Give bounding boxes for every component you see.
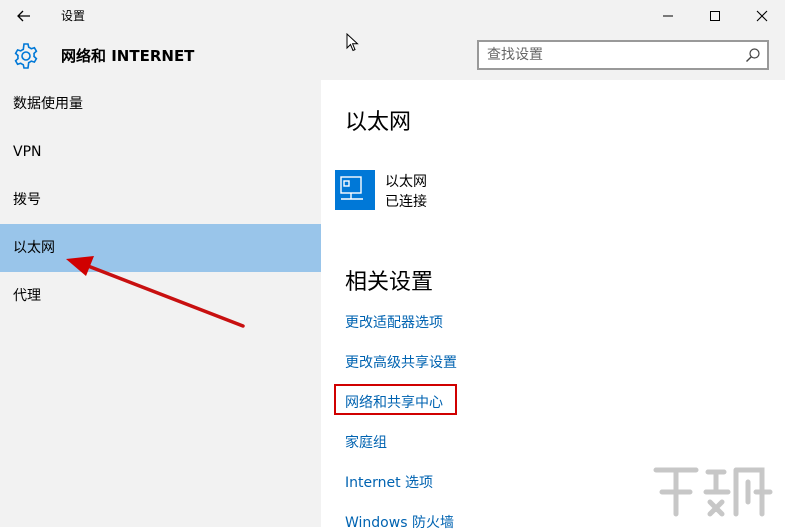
sidebar-item-ethernet[interactable]: 以太网	[0, 224, 321, 272]
back-button[interactable]	[0, 0, 48, 32]
sidebar-item-data-usage[interactable]: 数据使用量	[0, 80, 321, 128]
mouse-cursor-icon	[346, 33, 359, 52]
sidebar-item-dial-up[interactable]: 拨号	[0, 176, 321, 224]
maximize-icon	[710, 11, 720, 21]
ethernet-status: 已连接	[385, 194, 427, 210]
section-title-related-settings: 相关设置	[345, 270, 434, 295]
search-input[interactable]	[479, 42, 737, 68]
sidebar-item-proxy[interactable]: 代理	[0, 272, 321, 320]
ethernet-name: 以太网	[385, 174, 427, 190]
page-title: 网络和 INTERNET	[61, 47, 195, 65]
link-advanced-sharing-settings[interactable]: 更改高级共享设置	[345, 352, 457, 372]
link-windows-firewall[interactable]: Windows 防火墙	[345, 512, 454, 532]
main-content: 以太网 以太网 已连接 相关设置 更改适配器选项 更改高级共享设置 网络和共享中…	[321, 80, 785, 531]
gear-icon	[14, 43, 38, 69]
link-change-adapter-options[interactable]: 更改适配器选项	[345, 312, 443, 332]
window-title: 设置	[61, 9, 86, 23]
ethernet-icon	[340, 176, 363, 200]
watermark-logo	[653, 467, 773, 517]
close-icon	[756, 10, 768, 22]
search-icon[interactable]	[745, 47, 761, 63]
section-title-ethernet: 以太网	[345, 110, 412, 135]
minimize-icon	[663, 15, 673, 17]
annotation-highlight-box	[334, 384, 457, 415]
title-bar: 设置	[0, 0, 785, 32]
page-header: 网络和 INTERNET	[0, 32, 785, 80]
sidebar-item-vpn[interactable]: VPN	[0, 128, 321, 176]
search-box[interactable]	[477, 40, 769, 70]
close-button[interactable]	[739, 0, 785, 32]
ethernet-connection[interactable]: 以太网 已连接	[335, 170, 535, 210]
sidebar: 数据使用量 VPN 拨号 以太网 代理	[0, 80, 321, 527]
link-homegroup[interactable]: 家庭组	[345, 432, 387, 452]
minimize-button[interactable]	[645, 0, 691, 32]
maximize-button[interactable]	[692, 0, 738, 32]
back-arrow-icon	[17, 10, 30, 22]
settings-window: 设置 网络和 INTERNET 查找设置 数据使用量 VPN 拨号 以太网 代理…	[0, 0, 785, 531]
link-internet-options[interactable]: Internet 选项	[345, 472, 433, 492]
ethernet-icon-tile	[335, 170, 375, 210]
